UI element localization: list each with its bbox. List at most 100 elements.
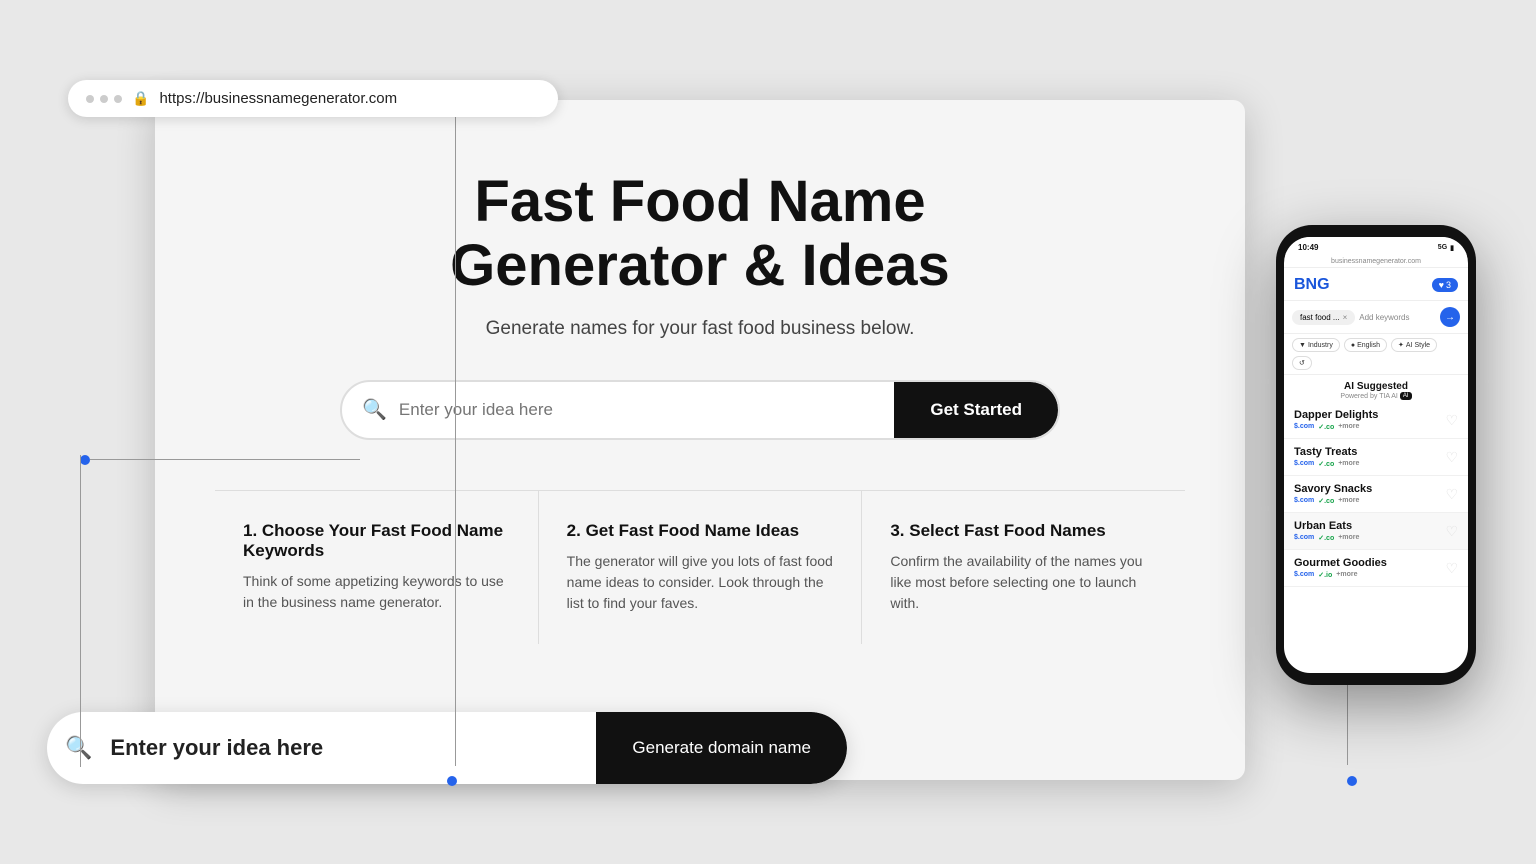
phone-name-tags: $.com ✓.co +more (1294, 497, 1372, 505)
search-input[interactable] (399, 400, 874, 420)
selection-anchor-tl (80, 455, 90, 465)
phone-favorites[interactable]: ♥ 3 (1432, 278, 1458, 292)
bottom-search-box: 🔍 Enter your idea here Generate domain n… (47, 712, 847, 784)
phone-signal: 5G ▮ (1438, 244, 1454, 252)
step-3-desc: Confirm the availability of the names yo… (890, 551, 1157, 614)
selection-anchor-br (1347, 776, 1357, 786)
phone-tag: ✓.co (1318, 423, 1334, 431)
phone-app-header: BNG ♥ 3 (1284, 268, 1468, 301)
phone-name-list: Dapper Delights $.com ✓.co +more ♡ Tasty T… (1284, 402, 1468, 587)
step-1: 1. Choose Your Fast Food Name Keywords T… (215, 491, 539, 644)
page-subtitle: Generate names for your fast food busine… (215, 318, 1185, 340)
phone-status-bar: 10:49 5G ▮ (1284, 237, 1468, 256)
step-1-title: 1. Choose Your Fast Food Name Keywords (243, 521, 510, 561)
annotation-line-v-left (80, 455, 81, 767)
phone-tag: +more (1336, 571, 1357, 579)
phone-filters: ▼ Industry ● English ✦ AI Style ↺ (1284, 334, 1468, 375)
phone-tag: ✓.io (1318, 571, 1332, 579)
page-title: Fast Food Name Generator & Ideas (330, 170, 1070, 298)
phone-ai-title: AI Suggested (1294, 381, 1458, 392)
phone-battery-icon: ▮ (1450, 244, 1454, 252)
step-3-title: 3. Select Fast Food Names (890, 521, 1157, 541)
phone-heart-icon[interactable]: ♡ (1445, 449, 1458, 466)
phone-tag: ✓.co (1318, 534, 1334, 542)
phone-url-bar: businessnamegenerator.com (1284, 256, 1468, 268)
phone-name-item[interactable]: Tasty Treats $.com ✓.co +more ♡ (1284, 439, 1468, 476)
phone-time: 10:49 (1298, 243, 1318, 252)
phone-heart-icon[interactable]: ♡ (1445, 523, 1458, 540)
phone-heart-icon[interactable]: ♡ (1445, 486, 1458, 503)
step-2-desc: The generator will give you lots of fast… (567, 551, 834, 614)
lock-icon: 🔒 (132, 90, 149, 107)
phone-ai-section: AI Suggested Powered by TIA AI AI (1284, 375, 1468, 402)
phone-tag: +more (1338, 534, 1359, 542)
search-icon: 🔍 (362, 397, 387, 422)
generate-domain-button[interactable]: Generate domain name (596, 712, 847, 784)
filter-globe-icon: ● (1351, 342, 1355, 349)
phone-mockup: 10:49 5G ▮ businessnamegenerator.com BNG… (1276, 225, 1476, 685)
phone-ai-subtitle: Powered by TIA AI AI (1294, 392, 1458, 400)
search-container: 🔍 Get Started (340, 380, 1060, 440)
phone-name-item[interactable]: Dapper Delights $.com ✓.co +more ♡ (1284, 402, 1468, 439)
browser-dots (86, 95, 122, 103)
phone-filter-refresh[interactable]: ↺ (1292, 356, 1312, 370)
filter-ai-icon: ✦ (1398, 341, 1404, 349)
phone-search-area: fast food ... × Add keywords → (1284, 301, 1468, 334)
phone-add-keywords[interactable]: Add keywords (1359, 313, 1436, 322)
phone-heart-icon[interactable]: ♡ (1445, 412, 1458, 429)
main-content: Fast Food Name Generator & Ideas Generat… (155, 100, 1245, 684)
phone-name-title: Tasty Treats (1294, 446, 1359, 458)
step-2: 2. Get Fast Food Name Ideas The generato… (539, 491, 863, 644)
browser-dot-1 (86, 95, 94, 103)
phone-name-item[interactable]: Urban Eats $.com✓.co+more ♡ (1284, 513, 1468, 550)
bottom-search-icon: 🔍 (47, 735, 110, 761)
phone-tag: +more (1338, 460, 1359, 468)
phone-tag: +more (1338, 497, 1359, 505)
step-1-desc: Think of some appetizing keywords to use… (243, 571, 510, 613)
phone-name-title: Savory Snacks (1294, 483, 1372, 495)
get-started-button[interactable]: Get Started (894, 382, 1058, 438)
filter-funnel-icon: ▼ (1299, 342, 1306, 349)
browser-window: Fast Food Name Generator & Ideas Generat… (155, 100, 1245, 780)
phone-name-title: Dapper Delights (1294, 409, 1378, 421)
phone-tag: $.com (1294, 571, 1314, 579)
phone-name-tags: $.com ✓.co +more (1294, 423, 1378, 431)
search-input-area: 🔍 (342, 382, 894, 438)
phone-tag: $.com (1294, 497, 1314, 505)
phone-tag: +more (1338, 423, 1359, 431)
phone-name-item[interactable]: Gourmet Goodies $.com ✓.io +more ♡ (1284, 550, 1468, 587)
annotation-line-h (90, 459, 360, 460)
phone-signal-text: 5G (1438, 244, 1447, 251)
url-text: https://businessnamegenerator.com (159, 90, 397, 107)
phone-search-button[interactable]: → (1440, 307, 1460, 327)
ai-badge: AI (1400, 392, 1412, 400)
steps-section: 1. Choose Your Fast Food Name Keywords T… (215, 490, 1185, 644)
phone-filter-industry[interactable]: ▼ Industry (1292, 338, 1340, 352)
phone-keyword-chip[interactable]: fast food ... × (1292, 310, 1355, 325)
phone-name-tags: $.com ✓.io +more (1294, 571, 1387, 579)
heart-count: 3 (1446, 280, 1451, 290)
phone-filter-english[interactable]: ● English (1344, 338, 1387, 352)
selection-anchor-bl (447, 776, 457, 786)
phone-name-title: Gourmet Goodies (1294, 557, 1387, 569)
heart-icon: ♥ (1439, 280, 1444, 290)
browser-url-bar: 🔒 https://businessnamegenerator.com (68, 80, 558, 117)
phone-tag: ✓.co (1318, 497, 1334, 505)
annotation-line-v-mid (455, 100, 456, 766)
browser-dot-2 (100, 95, 108, 103)
phone-tag: ✓.co (1318, 460, 1334, 468)
phone-logo: BNG (1294, 276, 1330, 294)
phone-filter-ai-style[interactable]: ✦ AI Style (1391, 338, 1437, 352)
phone-tag: $.com (1294, 460, 1314, 468)
phone-heart-icon[interactable]: ♡ (1445, 560, 1458, 577)
phone-name-item[interactable]: Savory Snacks $.com ✓.co +more ♡ (1284, 476, 1468, 513)
phone-screen: 10:49 5G ▮ businessnamegenerator.com BNG… (1284, 237, 1468, 673)
remove-keyword-icon[interactable]: × (1343, 313, 1348, 322)
step-3: 3. Select Fast Food Names Confirm the av… (862, 491, 1185, 644)
phone-name-title: Urban Eats (1294, 520, 1359, 532)
phone-name-tags: $.com ✓.co +more (1294, 460, 1359, 468)
bottom-search-text: Enter your idea here (110, 735, 596, 761)
phone-name-tags: $.com✓.co+more (1294, 534, 1359, 542)
phone-tag: $.com (1294, 423, 1314, 431)
refresh-icon: ↺ (1299, 359, 1305, 367)
